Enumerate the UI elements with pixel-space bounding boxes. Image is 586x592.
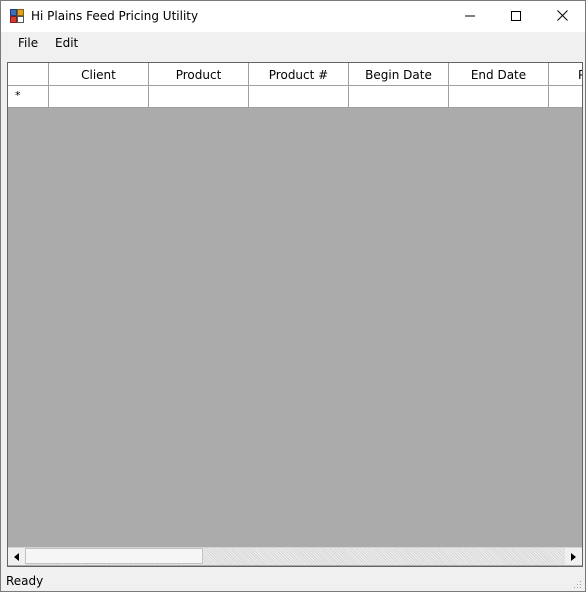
column-header-product-number[interactable]: Product # xyxy=(249,63,349,85)
cell-end-date[interactable] xyxy=(449,86,549,107)
cell-product-number[interactable] xyxy=(249,86,349,107)
scroll-left-button[interactable] xyxy=(8,548,25,565)
status-label: Ready xyxy=(6,574,44,588)
resize-grip-icon[interactable] xyxy=(572,578,582,588)
pricing-data-grid[interactable]: Client Product Product # Begin Date End … xyxy=(7,62,583,567)
cell-begin-date[interactable] xyxy=(349,86,449,107)
scroll-thumb[interactable] xyxy=(25,548,203,564)
cell-product[interactable] xyxy=(149,86,249,107)
menu-edit[interactable]: Edit xyxy=(55,36,78,50)
column-header-end-date[interactable]: End Date xyxy=(449,63,549,85)
arrow-right-icon xyxy=(570,550,577,564)
minimize-button[interactable] xyxy=(447,1,493,32)
menu-bar: File Edit xyxy=(1,32,585,56)
close-icon xyxy=(556,9,568,24)
new-row-asterisk: * xyxy=(15,89,21,102)
main-window: Hi Plains Feed Pricing Utility File Edit… xyxy=(0,0,586,592)
column-header-begin-date[interactable]: Begin Date xyxy=(349,63,449,85)
select-all-corner[interactable] xyxy=(8,63,49,85)
scroll-right-button[interactable] xyxy=(565,548,582,565)
column-header-client[interactable]: Client xyxy=(49,63,149,85)
arrow-left-icon xyxy=(13,550,20,564)
new-row-header[interactable]: * xyxy=(8,86,49,107)
cell-client[interactable] xyxy=(49,86,149,107)
menu-file[interactable]: File xyxy=(18,36,38,50)
maximize-button[interactable] xyxy=(493,1,539,32)
app-grid-icon xyxy=(10,9,24,23)
cell-partial[interactable] xyxy=(549,86,582,107)
horizontal-scrollbar[interactable] xyxy=(8,547,582,565)
new-row[interactable]: * xyxy=(8,86,582,108)
maximize-icon xyxy=(511,10,521,24)
column-header-product[interactable]: Product xyxy=(149,63,249,85)
status-bar: Ready xyxy=(1,570,585,591)
title-bar: Hi Plains Feed Pricing Utility xyxy=(1,1,585,32)
window-title: Hi Plains Feed Pricing Utility xyxy=(31,9,199,23)
close-button[interactable] xyxy=(539,1,585,32)
minimize-icon xyxy=(465,10,475,24)
column-header-partial[interactable]: P xyxy=(549,63,582,85)
grid-column-headers: Client Product Product # Begin Date End … xyxy=(8,63,582,86)
